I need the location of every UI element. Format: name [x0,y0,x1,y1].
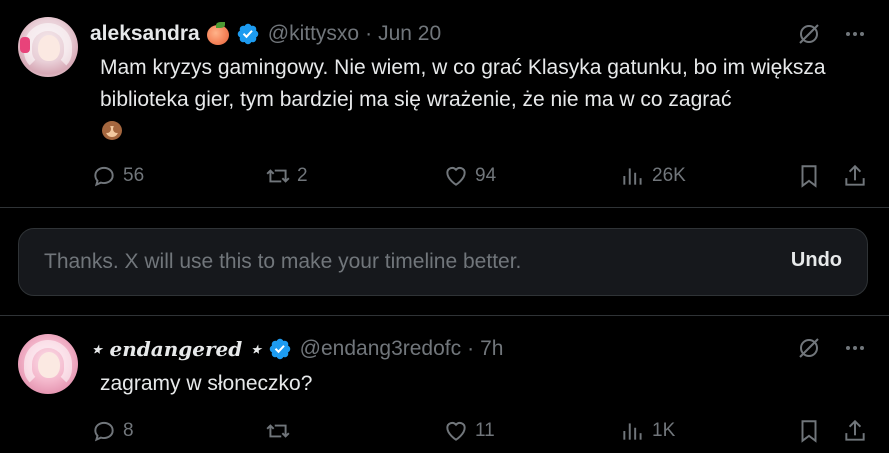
tweet-text-content: Mam kryzys gamingowy. Nie wiem, w co gra… [100,56,826,111]
repost-button[interactable] [265,416,297,446]
grok-icon[interactable] [797,336,821,360]
avatar[interactable] [18,17,78,77]
grok-icon[interactable] [797,22,821,46]
reply-button[interactable]: 8 [91,416,134,446]
notice-text: Thanks. X will use this to make your tim… [44,250,522,273]
author-name[interactable]: aleksandra [90,22,200,46]
views-chart-icon [623,168,642,185]
undo-button[interactable]: Undo [791,249,842,272]
more-options-icon[interactable] [843,22,867,46]
reply-count: 8 [123,420,134,441]
views-button[interactable]: 1K [620,416,675,446]
views-count: 1K [652,420,676,441]
avatar-face [38,35,60,61]
author-handle[interactable]: @endang3redofc [300,337,461,361]
views-chart-icon [623,423,642,440]
views-button[interactable]: 26K [620,161,686,191]
separator-dot: · [365,22,373,45]
heart-icon [446,166,466,186]
share-button[interactable] [842,416,868,446]
tweet[interactable]: ⋆ endangered ⋆ @endang3redofc · 7h zagra… [0,315,889,453]
share-icon [845,164,865,186]
tweet-top-icons [797,22,867,46]
more-options-icon[interactable] [843,336,867,360]
bookmark-button[interactable] [796,416,822,446]
tweet-timestamp[interactable]: 7h [480,337,503,361]
verified-badge-icon[interactable] [268,337,292,361]
bookmark-icon [801,165,817,188]
tweet-text: Mam kryzys gamingowy. Nie wiem, w co gra… [100,52,880,148]
views-count: 26K [652,165,686,186]
avatar-face [38,352,60,378]
tweet[interactable]: aleksandra @kittysxo · Jun 20 Mam kryzys… [0,0,889,208]
like-count: 94 [475,165,497,186]
repost-icon [266,424,290,438]
share-icon [845,419,865,441]
reply-button[interactable]: 56 [91,161,144,191]
verified-badge-icon[interactable] [236,22,260,46]
tweet-text: zagramy w słoneczko? [100,372,313,395]
peach-emoji-icon [206,22,230,46]
tweet-timestamp[interactable]: Jun 20 [378,22,441,46]
repost-icon [266,169,290,183]
see-no-evil-monkey-emoji-icon [100,118,124,142]
bookmark-icon [801,420,817,443]
repost-button[interactable]: 2 [265,161,308,191]
repost-count: 2 [297,165,308,186]
tweet-top-icons [797,336,867,360]
reply-icon [94,421,114,442]
bookmark-button[interactable] [796,161,822,191]
tweet-actions: 8 11 1K [0,416,889,446]
author-name[interactable]: ⋆ endangered ⋆ [90,337,262,361]
like-button[interactable]: 11 [443,416,495,446]
separator-dot: · [467,337,475,360]
avatar-headphones [20,37,30,53]
reply-count: 56 [123,165,145,186]
author-handle[interactable]: @kittysxo [268,22,359,46]
heart-icon [446,421,466,441]
reply-icon [94,166,114,187]
avatar[interactable] [18,334,78,394]
like-count: 11 [475,420,495,441]
tweet-actions: 56 2 94 26K [0,161,889,191]
feedback-notice: Thanks. X will use this to make your tim… [18,228,868,296]
share-button[interactable] [842,161,868,191]
tweet-header: ⋆ endangered ⋆ @endang3redofc · 7h [90,336,503,362]
tweet-header: aleksandra @kittysxo · Jun 20 [90,21,441,47]
like-button[interactable]: 94 [443,161,496,191]
